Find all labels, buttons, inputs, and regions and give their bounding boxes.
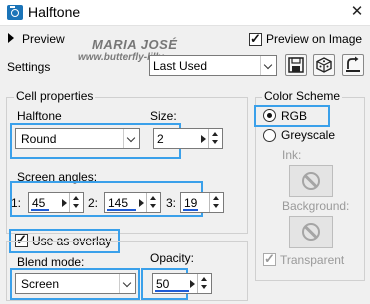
preset-select[interactable]: Last Used (149, 55, 277, 76)
angle-3-spinbox[interactable]: 19 (180, 192, 224, 213)
angle-3-value: 19 (184, 196, 198, 210)
greyscale-radio[interactable] (263, 129, 276, 142)
angle-2-index: 2: (88, 196, 99, 210)
blend-mode-value: Screen (21, 277, 60, 291)
rgb-radio[interactable] (263, 109, 276, 122)
spin-arrows-icon[interactable] (208, 129, 222, 148)
chevron-down-icon[interactable] (119, 274, 135, 293)
rgb-label[interactable]: RGB (281, 109, 307, 123)
chevron-down-icon[interactable] (260, 56, 276, 75)
background-color-swatch[interactable] (289, 216, 333, 248)
size-value: 2 (157, 132, 164, 146)
opacity-level-bar (155, 290, 189, 292)
angle-1-index: 1: (11, 196, 22, 210)
close-button[interactable]: ✕ (346, 2, 368, 22)
halftone-select[interactable]: Round (15, 128, 140, 149)
chevron-down-icon[interactable] (123, 129, 139, 148)
cell-properties-title: Cell properties (14, 89, 96, 103)
size-label: Size: (150, 109, 177, 123)
no-color-icon (302, 223, 320, 241)
preview-toggle-label[interactable]: Preview (22, 32, 65, 46)
angle-1-level-bar (31, 209, 49, 211)
floppy-disk-icon (288, 57, 304, 73)
angle-1-spinbox[interactable]: 45 (28, 192, 84, 213)
angle-2-value: 145 (108, 196, 129, 210)
dice-icon (316, 57, 332, 73)
preview-on-image-checkbox[interactable] (249, 31, 262, 47)
opacity-value: 50 (156, 277, 170, 291)
spin-arrows-icon[interactable] (209, 193, 223, 212)
spin-arrows-icon[interactable] (69, 193, 83, 212)
spin-arrows-icon[interactable] (146, 193, 160, 212)
color-scheme-title: Color Scheme (262, 89, 343, 103)
blend-mode-label: Blend mode: (17, 255, 85, 269)
preset-value: Last Used (153, 59, 208, 73)
background-label: Background: (282, 199, 350, 213)
blend-mode-select[interactable]: Screen (15, 273, 136, 294)
transparent-label: Transparent (280, 253, 345, 267)
size-spinbox[interactable]: 2 (153, 128, 223, 149)
reset-arrow-icon (346, 56, 360, 72)
ink-label: Ink: (282, 148, 302, 162)
angle-2-spinbox[interactable]: 145 (104, 192, 161, 213)
transparent-checkbox[interactable] (263, 251, 276, 267)
settings-label: Settings (7, 60, 51, 74)
expand-preview-arrow-icon[interactable] (8, 33, 14, 43)
ink-color-swatch[interactable] (289, 165, 333, 197)
angle-3-level-bar (183, 209, 198, 211)
angle-1-value: 45 (32, 196, 46, 210)
window-title: Halftone (28, 4, 81, 20)
no-color-icon (302, 172, 320, 190)
halftone-label: Halftone (17, 109, 62, 123)
greyscale-label[interactable]: Greyscale (281, 128, 335, 142)
watermark-name: MARIA JOSÉ (92, 37, 178, 52)
halftone-value: Round (21, 132, 57, 146)
spin-arrows-icon[interactable] (197, 274, 211, 293)
angle-2-level-bar (107, 209, 136, 211)
reset-button[interactable] (342, 54, 364, 76)
opacity-spinbox[interactable]: 50 (152, 273, 212, 294)
opacity-label: Opacity: (150, 251, 195, 265)
preview-on-image-label[interactable]: Preview on Image (266, 32, 362, 46)
save-preset-button[interactable] (285, 54, 307, 76)
angle-3-index: 3: (166, 196, 177, 210)
randomize-button[interactable] (313, 54, 335, 76)
camera-app-icon (7, 5, 23, 20)
